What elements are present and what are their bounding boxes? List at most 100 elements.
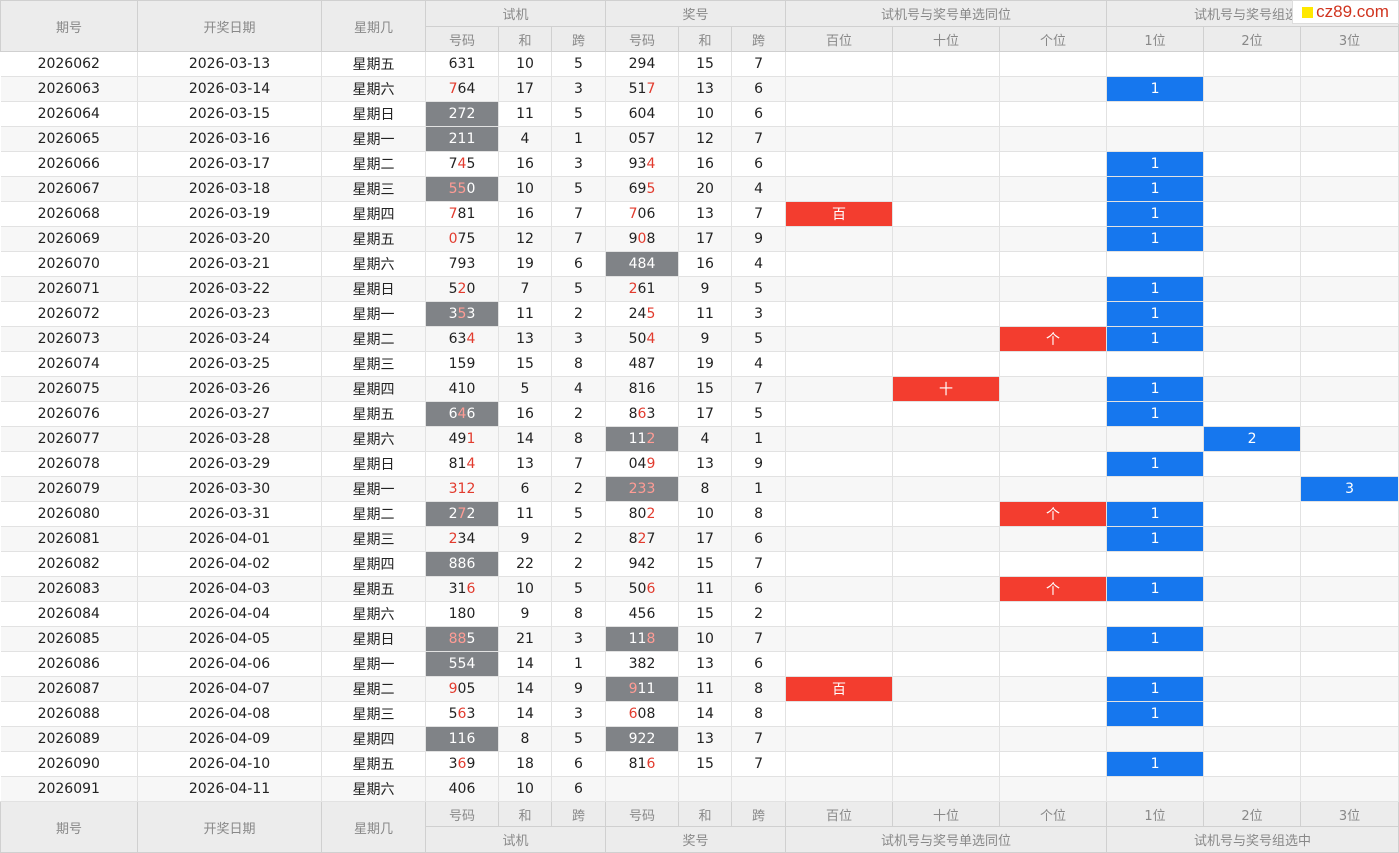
table-row: 2026087 2026-04-07 星期二 905 14 9 911 11 8 百 1 — [0, 676, 1399, 702]
hundreds-cell — [785, 251, 894, 277]
date-cell: 2026-04-04 — [137, 601, 322, 627]
prize-span-cell: 4 — [731, 351, 787, 377]
tens-cell — [892, 226, 1001, 252]
prize-number-cell: 816 — [605, 376, 680, 402]
pos3-cell — [1300, 126, 1399, 152]
pos1-cell: 1 — [1106, 376, 1205, 402]
prize-number-cell — [605, 776, 680, 802]
col-weekday-header[interactable]: 星期几 — [321, 0, 426, 52]
pos3-cell — [1300, 151, 1399, 177]
prize-number-cell: 456 — [605, 601, 680, 627]
hundreds-cell — [785, 101, 894, 127]
trial-sum-cell: 10 — [498, 176, 552, 202]
date-cell: 2026-03-20 — [137, 226, 322, 252]
date-cell: 2026-03-22 — [137, 276, 322, 302]
pos1-cell — [1106, 426, 1205, 452]
units-cell — [999, 451, 1108, 477]
pos2-cell — [1203, 326, 1302, 352]
prize-span-cell: 6 — [731, 76, 787, 102]
weekday-cell: 星期五 — [321, 401, 426, 427]
table-row: 2026071 2026-03-22 星期日 520 7 5 261 9 5 1 — [0, 276, 1399, 302]
table-row: 2026063 2026-03-14 星期六 764 17 3 517 13 6 1 — [0, 76, 1399, 102]
col-issue-header[interactable]: 期号 — [0, 0, 138, 52]
pos2-cell — [1203, 126, 1302, 152]
trial-span-cell: 3 — [551, 151, 607, 177]
issue-cell: 2026064 — [0, 101, 138, 127]
pos3-cell — [1300, 401, 1399, 427]
trial-number-cell: 905 — [425, 676, 499, 702]
tens-cell — [892, 126, 1001, 152]
trial-number-cell: 520 — [425, 276, 499, 302]
prize-number-cell: 827 — [605, 526, 680, 552]
prize-sum-cell: 13 — [678, 451, 733, 477]
units-cell — [999, 701, 1108, 727]
weekday-cell: 星期四 — [321, 201, 426, 227]
units-cell — [999, 676, 1108, 702]
prize-span-cell: 9 — [731, 226, 787, 252]
footer-hundreds-header: 百位 — [785, 801, 894, 827]
prize-sum-cell: 11 — [678, 676, 733, 702]
trial-span-cell: 2 — [551, 301, 607, 327]
issue-cell: 2026067 — [0, 176, 138, 202]
trial-sum-cell: 14 — [498, 426, 552, 452]
footer-trial-span-header: 跨 — [550, 801, 607, 827]
hundreds-cell — [785, 576, 894, 602]
pos3-cell — [1300, 626, 1399, 652]
table-row: 2026065 2026-03-16 星期一 211 4 1 057 12 7 — [0, 126, 1399, 152]
date-cell: 2026-03-27 — [137, 401, 322, 427]
tens-cell — [892, 176, 1001, 202]
prize-sum-cell: 13 — [678, 76, 733, 102]
tens-cell — [892, 726, 1001, 752]
table-row: 2026084 2026-04-04 星期六 180 9 8 456 15 2 — [0, 601, 1399, 627]
trial-span-header: 跨 — [550, 26, 607, 52]
date-cell: 2026-03-19 — [137, 201, 322, 227]
weekday-cell: 星期五 — [321, 226, 426, 252]
pos2-cell — [1203, 701, 1302, 727]
trial-sum-cell: 12 — [498, 226, 552, 252]
prize-number-cell: 908 — [605, 226, 680, 252]
trial-number-header: 号码 — [425, 26, 499, 52]
pos3-cell — [1300, 351, 1399, 377]
pos3-cell — [1300, 701, 1399, 727]
pos1-cell — [1106, 351, 1205, 377]
units-cell — [999, 176, 1108, 202]
trial-span-cell: 8 — [551, 351, 607, 377]
prize-number-cell: 382 — [605, 651, 680, 677]
pos3-cell — [1300, 526, 1399, 552]
units-cell — [999, 726, 1108, 752]
tens-cell — [892, 701, 1001, 727]
prize-sum-cell: 13 — [678, 201, 733, 227]
group-prize-header: 奖号 — [605, 0, 787, 27]
hundreds-cell — [785, 176, 894, 202]
issue-cell: 2026071 — [0, 276, 138, 302]
prize-sum-header: 和 — [678, 26, 733, 52]
issue-cell: 2026073 — [0, 326, 138, 352]
pos1-header: 1位 — [1106, 26, 1205, 52]
prize-number-cell: 802 — [605, 501, 680, 527]
table-row: 2026072 2026-03-23 星期一 353 11 2 245 11 3 1 — [0, 301, 1399, 327]
trial-span-cell: 4 — [551, 376, 607, 402]
tens-cell — [892, 151, 1001, 177]
tens-cell — [892, 626, 1001, 652]
table-row: 2026091 2026-04-11 星期六 406 10 6 — [0, 776, 1399, 802]
table-row: 2026082 2026-04-02 星期四 886 22 2 942 15 7 — [0, 551, 1399, 577]
pos3-cell — [1300, 426, 1399, 452]
group-same-position-header: 试机号与奖号单选同位 — [785, 0, 1108, 27]
trial-number-cell: 563 — [425, 701, 499, 727]
pos2-cell — [1203, 151, 1302, 177]
table-row: 2026086 2026-04-06 星期一 554 14 1 382 13 6 — [0, 651, 1399, 677]
prize-number-cell: 942 — [605, 551, 680, 577]
pos2-header: 2位 — [1203, 26, 1302, 52]
prize-sum-cell: 11 — [678, 576, 733, 602]
pos2-cell — [1203, 601, 1302, 627]
tens-cell — [892, 326, 1001, 352]
pos3-cell — [1300, 451, 1399, 477]
site-logo[interactable]: cz89.com — [1292, 0, 1399, 24]
trial-sum-cell: 14 — [498, 651, 552, 677]
prize-span-cell: 7 — [731, 376, 787, 402]
trial-span-cell: 5 — [551, 101, 607, 127]
footer-group-group-match: 试机号与奖号组选中 — [1106, 826, 1399, 853]
trial-sum-cell: 9 — [498, 601, 552, 627]
col-date-header[interactable]: 开奖日期 — [137, 0, 322, 52]
logo-badge-icon — [1302, 6, 1314, 18]
